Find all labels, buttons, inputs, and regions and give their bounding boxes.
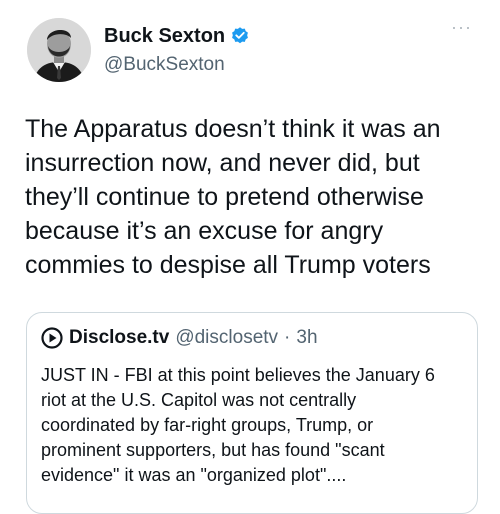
quoted-handle[interactable]: @disclosetv (175, 327, 278, 349)
play-logo-icon (41, 327, 63, 349)
avatar[interactable] (27, 18, 91, 82)
verified-badge-icon (230, 26, 250, 46)
quoted-tweet[interactable]: Disclose.tv @disclosetv · 3h JUST IN - FBI… (26, 312, 478, 514)
quoted-tweet-header: Disclose.tv @disclosetv · 3h (41, 327, 318, 349)
tweet-text: The Apparatus doesn’t think it was an in… (25, 115, 441, 279)
quoted-display-name[interactable]: Disclose.tv (69, 327, 169, 349)
tweet-card: Buck Sexton @BuckSexton ··· The Apparatu… (0, 0, 500, 514)
author-display-name[interactable]: Buck Sexton (104, 25, 225, 48)
quoted-timestamp[interactable]: 3h (296, 327, 317, 349)
author-block: Buck Sexton @BuckSexton (104, 24, 250, 76)
quoted-tweet-text: JUST IN - FBI at this point believes the… (41, 365, 435, 485)
more-options-icon[interactable]: ··· (451, 18, 472, 36)
author-handle[interactable]: @BuckSexton (104, 54, 250, 76)
user-avatar-icon (27, 18, 91, 82)
separator-dot: · (284, 327, 291, 348)
